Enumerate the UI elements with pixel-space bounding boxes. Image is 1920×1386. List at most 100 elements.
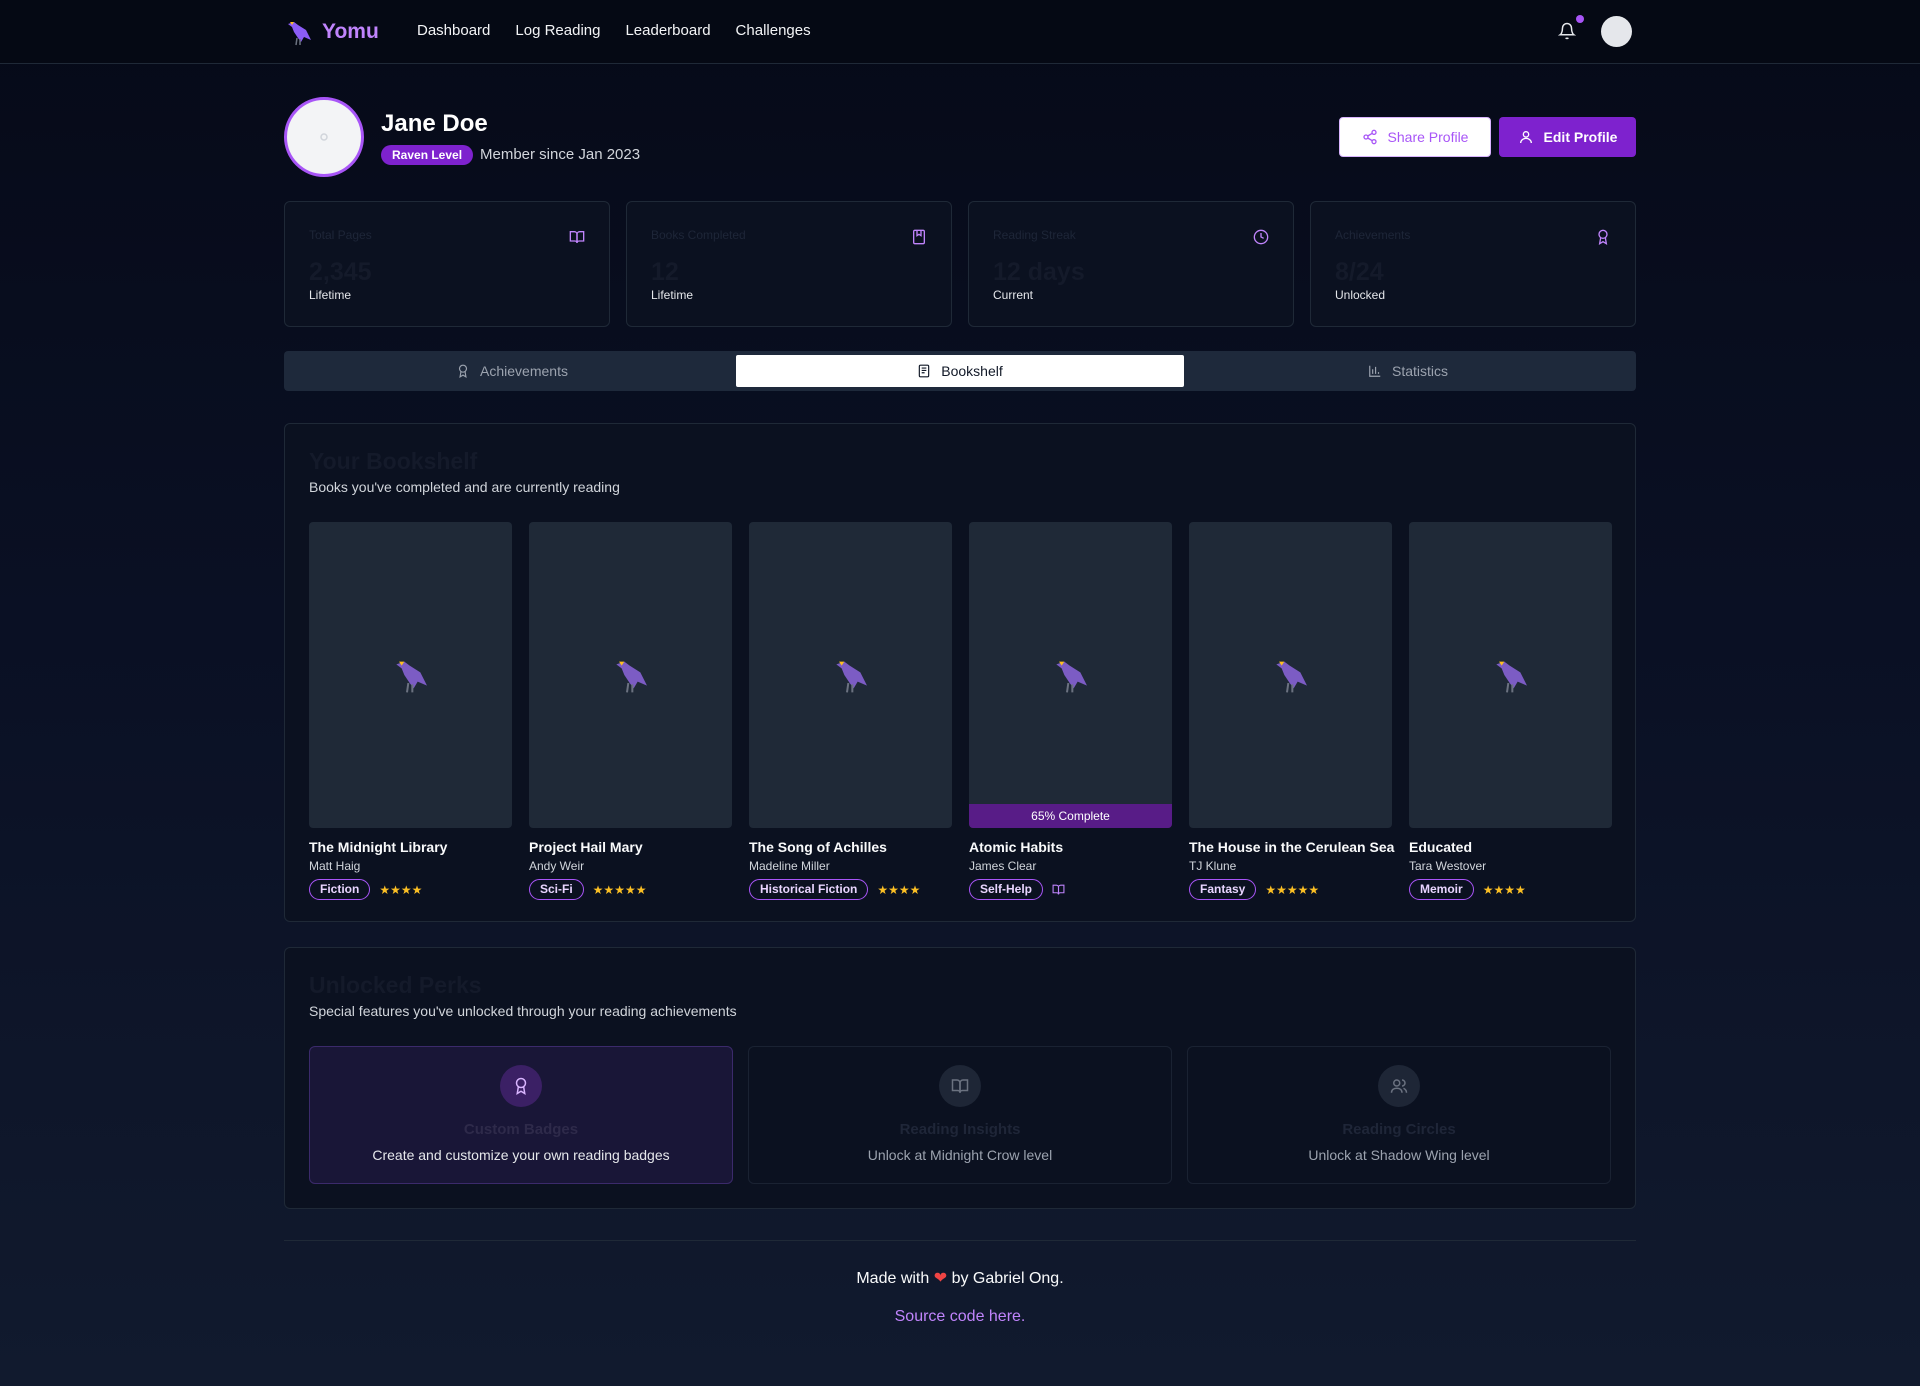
stat-title: Reading Streak	[993, 228, 1076, 242]
book-meta: Fiction ★★★★	[309, 879, 512, 900]
award-icon	[458, 364, 468, 378]
bookshelf-subtitle: Books you've completed and are currently…	[309, 479, 620, 495]
clock-icon	[1253, 229, 1269, 245]
top-navbar: Yomu Dashboard Log Reading Leaderboard C…	[0, 0, 1920, 64]
book-title: Atomic Habits	[969, 839, 1064, 855]
book-meta: Memoir ★★★★	[1409, 879, 1612, 900]
book-title: Educated	[1409, 839, 1473, 855]
avatar-placeholder-icon	[320, 133, 328, 141]
book-open-icon	[951, 1079, 969, 1093]
crow-icon	[616, 661, 647, 693]
book-card[interactable]: The Song of Achilles Madeline Miller His…	[749, 522, 952, 900]
book-card[interactable]: The House in the Cerulean Sea TJ Klune F…	[1189, 522, 1395, 900]
bar-chart-icon	[1369, 365, 1381, 377]
stat-card-achievements: Achievements 8/24 Unlocked	[1310, 201, 1636, 327]
star-rating: ★★★★	[379, 882, 423, 897]
perks-section: Unlocked Perks Special features you've u…	[284, 947, 1636, 1209]
book-open-icon	[1052, 884, 1065, 895]
crow-icon	[1276, 661, 1307, 693]
perk-icon-circle	[1378, 1065, 1420, 1107]
book-title: The House in the Cerulean Sea	[1189, 839, 1395, 855]
stat-value: 2,345	[309, 258, 372, 286]
nav-link-challenges[interactable]: Challenges	[736, 22, 811, 39]
book-title: Project Hail Mary	[529, 839, 643, 855]
book-author: Madeline Miller	[749, 859, 830, 873]
footer-suffix: by Gabriel Ong.	[951, 1270, 1064, 1287]
tab-label: Bookshelf	[941, 363, 1003, 379]
nav-link-log-reading[interactable]: Log Reading	[515, 22, 600, 39]
book-card[interactable]: Educated Tara Westover Memoir ★★★★	[1409, 522, 1612, 900]
stat-value: 12 days	[993, 258, 1085, 286]
book-cover: 65% Complete	[969, 522, 1172, 828]
nav-link-leaderboard[interactable]: Leaderboard	[625, 22, 710, 39]
member-since: Member since Jan 2023	[480, 146, 641, 163]
perk-icon-circle	[939, 1065, 981, 1107]
stat-card-books-completed: Books Completed 12 Lifetime	[626, 201, 952, 327]
source-code-link[interactable]: Source code here.	[0, 1308, 1920, 1326]
perk-title: Custom Badges	[463, 1121, 579, 1138]
stat-title: Achievements	[1335, 228, 1411, 242]
profile-tabs: Achievements Bookshelf Statistics	[284, 351, 1636, 391]
perk-title: Reading Insights	[899, 1121, 1021, 1138]
book-card[interactable]: Project Hail Mary Andy Weir Sci-Fi ★★★★★	[529, 522, 732, 900]
share-profile-button[interactable]: Share Profile	[1339, 117, 1491, 157]
award-icon	[515, 1077, 527, 1095]
book-cover	[1189, 522, 1392, 828]
users-icon	[1390, 1079, 1408, 1093]
perk-description: Unlock at Shadow Wing level	[1308, 1147, 1490, 1163]
award-icon	[1598, 229, 1608, 245]
crow-logo-icon	[288, 22, 311, 46]
tab-achievements[interactable]: Achievements	[288, 355, 736, 387]
edit-profile-button[interactable]: Edit Profile	[1499, 117, 1636, 157]
book-cover	[309, 522, 512, 828]
tab-label: Statistics	[1391, 363, 1448, 379]
perk-card-reading-circles: Reading Circles Unlock at Shadow Wing le…	[1187, 1046, 1611, 1184]
heart-icon: ❤	[933, 1270, 948, 1287]
footer-divider	[284, 1240, 1636, 1241]
stat-card-total-pages: Total Pages 2,345 Lifetime	[284, 201, 610, 327]
book-author: Matt Haig	[309, 859, 361, 873]
profile-name: Jane Doe	[381, 110, 488, 137]
notification-dot	[1576, 15, 1584, 23]
star-rating: ★★★★★	[592, 882, 647, 897]
stat-card-reading-streak: Reading Streak 12 days Current	[968, 201, 1294, 327]
genre-badge: Sci-Fi	[529, 879, 584, 900]
book-author: Andy Weir	[529, 859, 585, 873]
star-rating: ★★★★	[1482, 882, 1526, 897]
stat-sub: Unlocked	[1335, 288, 1386, 302]
tab-bookshelf[interactable]: Bookshelf	[736, 355, 1184, 387]
tab-statistics[interactable]: Statistics	[1184, 355, 1632, 387]
bell-icon[interactable]	[1558, 22, 1576, 40]
book-meta: Fantasy ★★★★★	[1189, 879, 1392, 900]
bookshelf-title: Your Bookshelf	[309, 448, 478, 474]
share-icon	[1362, 129, 1377, 145]
genre-badge: Fantasy	[1189, 879, 1257, 900]
book-card[interactable]: 65% Complete Atomic Habits James Clear S…	[969, 522, 1172, 900]
book-open-icon	[569, 231, 585, 244]
perk-card-custom-badges[interactable]: Custom Badges Create and customize your …	[309, 1046, 733, 1184]
book-author: James Clear	[969, 859, 1037, 873]
stat-sub: Lifetime	[309, 288, 352, 302]
stat-title: Books Completed	[651, 228, 746, 242]
stat-sub: Lifetime	[651, 288, 694, 302]
book-author: TJ Klune	[1189, 859, 1237, 873]
level-badge: Raven Level	[381, 145, 474, 165]
user-icon	[1519, 131, 1532, 144]
perk-icon-circle	[500, 1065, 542, 1107]
user-avatar[interactable]	[1601, 16, 1632, 47]
book-card[interactable]: The Midnight Library Matt Haig Fiction ★…	[309, 522, 512, 900]
share-profile-label: Share Profile	[1387, 129, 1469, 145]
reading-progress-band: 65% Complete	[969, 804, 1172, 828]
perk-title: Reading Circles	[1342, 1121, 1456, 1138]
book-meta: Sci-Fi ★★★★★	[529, 879, 732, 900]
crow-icon	[1056, 661, 1087, 693]
star-rating: ★★★★★	[1265, 882, 1320, 897]
book-icon	[913, 229, 925, 245]
nav-link-dashboard[interactable]: Dashboard	[417, 22, 490, 39]
bookshelf-section: Your Bookshelf Books you've completed an…	[284, 423, 1636, 922]
stat-sub: Current	[993, 288, 1034, 302]
book-meta: Self-Help	[969, 879, 1172, 900]
book-cover	[1409, 522, 1612, 828]
brand[interactable]: Yomu	[284, 18, 379, 46]
book-cover	[529, 522, 732, 828]
